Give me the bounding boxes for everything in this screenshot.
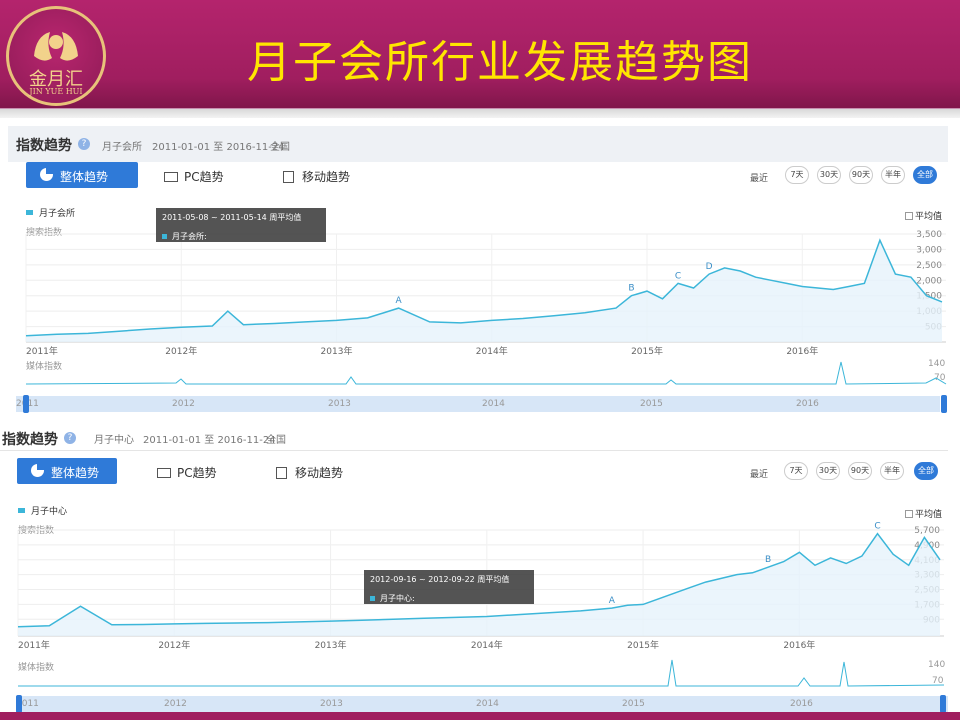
- annotation-marker[interactable]: B: [765, 555, 771, 565]
- tab-overall[interactable]: 整体趋势: [26, 162, 138, 188]
- legend-item[interactable]: 月子中心: [18, 504, 67, 517]
- x-tick-label: 2015年: [627, 639, 659, 651]
- timeline-slider[interactable]: 2011 2012 2013 2014 2015 2016: [16, 696, 948, 712]
- tablet-icon: [276, 467, 287, 479]
- y-tick-label: 3,000: [916, 245, 942, 255]
- x-tick-label: 2014年: [471, 639, 503, 651]
- x-tick-label: 2016年: [783, 639, 815, 651]
- slider-handle-left[interactable]: [23, 395, 29, 413]
- tab-overall[interactable]: 整体趋势: [17, 458, 117, 484]
- annotation-marker[interactable]: C: [874, 522, 880, 532]
- tablet-icon: [283, 171, 294, 183]
- tab-mobile[interactable]: 移动趋势: [276, 464, 343, 481]
- y-tick-label: 3,500: [916, 230, 942, 240]
- range-half-year-button[interactable]: 半年: [881, 166, 905, 184]
- date-range: 2011-01-01 至 2016-11-24: [152, 142, 285, 153]
- x-tick-label: 2012年: [158, 639, 190, 651]
- annotation-marker[interactable]: D: [706, 262, 713, 272]
- range-30d-button[interactable]: 30天: [817, 166, 841, 184]
- range-90d-button[interactable]: 90天: [848, 462, 872, 480]
- media-index-chart: [25, 361, 947, 385]
- trend-panel-1: 指数趋势 ? 月子会所 2011-01-01 至 2016-11-24 全国 整…: [8, 126, 948, 413]
- help-icon[interactable]: ?: [78, 138, 90, 150]
- range-7d-button[interactable]: 7天: [785, 166, 809, 184]
- tab-pc[interactable]: PC趋势: [164, 168, 224, 185]
- panel-header: 指数趋势 ? 月子会所 2011-01-01 至 2016-11-24 全国: [8, 126, 948, 162]
- timeline-slider[interactable]: 2011 2012 2013 2014 2015 2016: [16, 396, 940, 412]
- x-tick-label: 2011年: [18, 639, 50, 651]
- slider-handle-left[interactable]: [16, 695, 22, 713]
- y-tick-label: 2,500: [916, 261, 942, 271]
- average-toggle[interactable]: 平均值: [905, 209, 942, 222]
- annotation-marker[interactable]: A: [609, 596, 616, 606]
- section-title: 指数趋势: [16, 138, 72, 154]
- legend-item[interactable]: 月子会所: [26, 206, 75, 219]
- pie-chart-icon: [31, 464, 44, 477]
- x-tick-label: 2015年: [631, 345, 663, 357]
- slider-handle-right[interactable]: [941, 395, 947, 413]
- trend-panel-2: 指数趋势 ? 月子中心 2011-01-01 至 2016-11-24 全国 整…: [0, 422, 948, 713]
- monitor-icon: [164, 172, 178, 182]
- keyword: 月子会所: [102, 142, 142, 153]
- page-title: 月子会所行业发展趋势图: [247, 37, 753, 88]
- y-tick-label: 2,000: [916, 276, 942, 286]
- monitor-icon: [157, 468, 171, 478]
- help-icon[interactable]: ?: [64, 432, 76, 444]
- keyword: 月子中心: [94, 435, 134, 446]
- x-tick-label: 2014年: [476, 345, 508, 357]
- x-tick-label: 2011年: [26, 345, 58, 357]
- tooltip: 2012-09-16 ~ 2012-09-22 周平均值 月子中心:: [364, 570, 534, 604]
- range-90d-button[interactable]: 90天: [849, 166, 873, 184]
- tab-pc[interactable]: PC趋势: [157, 464, 217, 481]
- range-7d-button[interactable]: 7天: [784, 462, 808, 480]
- x-tick-label: 2013年: [321, 345, 353, 357]
- footer-strip: [0, 712, 960, 720]
- annotation-marker[interactable]: B: [628, 284, 634, 294]
- tooltip: 2011-05-08 ~ 2011-05-14 周平均值 月子会所:: [156, 208, 326, 242]
- x-tick-label: 2013年: [315, 639, 347, 651]
- region: 全国: [270, 142, 290, 153]
- x-tick-label: 2016年: [786, 345, 818, 357]
- range-label: 最近: [750, 470, 769, 480]
- range-30d-button[interactable]: 30天: [816, 462, 840, 480]
- header-divider: [0, 108, 960, 118]
- slider-handle-right[interactable]: [940, 695, 946, 713]
- x-tick-label: 2012年: [165, 345, 197, 357]
- brand-logo: 金月汇 JIN YUE HUI: [6, 6, 106, 106]
- annotation-marker[interactable]: C: [675, 271, 681, 281]
- y-tick-label: 5,700: [914, 526, 940, 536]
- date-range: 2011-01-01 至 2016-11-24: [143, 435, 276, 446]
- range-all-button[interactable]: 全部: [913, 166, 937, 184]
- region: 全国: [266, 435, 286, 446]
- annotation-marker[interactable]: A: [396, 296, 403, 306]
- media-index-chart: [18, 659, 945, 687]
- section-title: 指数趋势: [2, 432, 58, 448]
- search-index-chart: 5001,0001,5002,0002,5003,0003,5002011年20…: [25, 230, 946, 357]
- range-half-year-button[interactable]: 半年: [880, 462, 904, 480]
- logo-subtext: JIN YUE HUI: [29, 87, 83, 96]
- range-label: 最近: [750, 174, 769, 184]
- range-all-button[interactable]: 全部: [914, 462, 938, 480]
- average-toggle[interactable]: 平均值: [905, 507, 942, 520]
- tab-mobile[interactable]: 移动趋势: [283, 168, 350, 185]
- pie-chart-icon: [40, 168, 53, 181]
